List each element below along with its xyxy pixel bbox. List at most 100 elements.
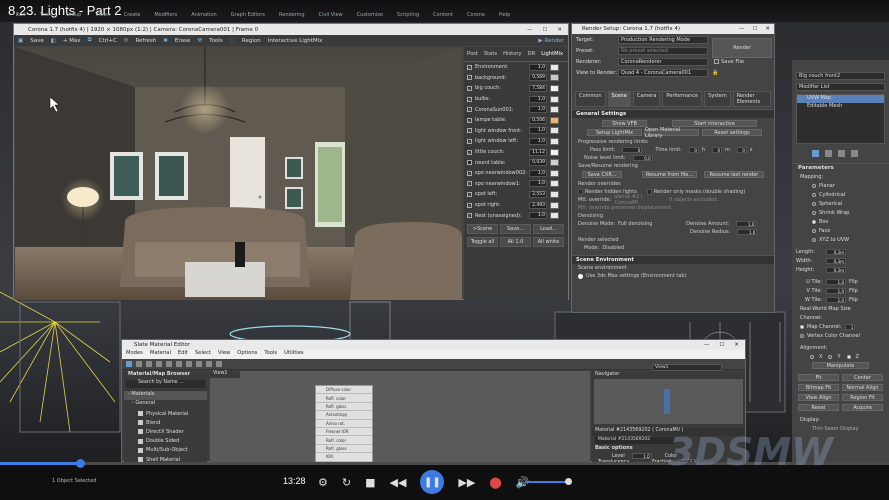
- save-file-checkbox[interactable]: [714, 59, 719, 64]
- mapping-option[interactable]: XYZ to UVW: [804, 235, 889, 244]
- lightmix-color-swatch[interactable]: [550, 180, 559, 188]
- lightmix-intensity[interactable]: 1,0: [529, 180, 547, 188]
- node-view[interactable]: View1 Diffuse color Refl. color Refl. glos…: [210, 371, 590, 487]
- material-item[interactable]: DirectX Shader: [124, 427, 207, 436]
- lm-load-button[interactable]: Load...: [533, 223, 564, 234]
- map-channel-radio[interactable]: [800, 324, 804, 329]
- lightmix-checkbox[interactable]: ✓: [467, 202, 472, 208]
- renderer-dropdown[interactable]: CoronaRenderer: [618, 57, 708, 66]
- menu-select[interactable]: Select: [195, 350, 211, 359]
- lightmix-checkbox[interactable]: ✓: [467, 128, 472, 134]
- lightmix-checkbox[interactable]: [467, 160, 472, 166]
- vfb-region-button[interactable]: Region: [242, 38, 261, 44]
- denoise-radius-field[interactable]: 1,0: [737, 229, 758, 235]
- tab-common[interactable]: Common: [575, 91, 606, 107]
- close-icon[interactable]: ✕: [734, 342, 739, 348]
- view1-tab[interactable]: View1: [210, 371, 240, 378]
- node-slot[interactable]: Diffuse color: [316, 386, 372, 395]
- level-field[interactable]: 1,0: [631, 453, 652, 459]
- object-name-field[interactable]: Big couch front2: [796, 72, 885, 80]
- lightmix-checkbox[interactable]: ✓: [467, 107, 472, 113]
- mapping-radio[interactable]: [812, 183, 816, 188]
- mapping-option[interactable]: Cylindrical: [804, 190, 889, 199]
- pick-material-icon[interactable]: [136, 361, 142, 367]
- maximize-icon[interactable]: ☐: [542, 27, 547, 33]
- material-item[interactable]: Physical Material: [124, 409, 207, 418]
- open-material-library-button[interactable]: Open Material Library: [644, 127, 699, 139]
- toggle-all-button[interactable]: Toggle all: [467, 236, 498, 247]
- mapping-option[interactable]: Shrink Wrap: [804, 208, 889, 217]
- node-slot[interactable]: IOR: [316, 453, 372, 462]
- max-menu-item[interactable]: Help: [499, 12, 510, 22]
- wtile-field[interactable]: 1,0: [826, 296, 846, 303]
- minimize-icon[interactable]: —: [739, 26, 745, 32]
- render-button[interactable]: Render: [712, 38, 772, 58]
- navigator-view[interactable]: [594, 379, 743, 424]
- menu-utilities[interactable]: Utilities: [284, 350, 304, 359]
- view-dropdown[interactable]: View1: [652, 364, 722, 371]
- materials-group[interactable]: - Materials: [124, 391, 207, 400]
- vertex-color-radio[interactable]: [800, 333, 804, 338]
- lightmix-checkbox[interactable]: ✓: [467, 149, 472, 155]
- tab-dr[interactable]: DR: [528, 51, 536, 57]
- time-s-field[interactable]: 0: [736, 147, 747, 153]
- lightmix-color-swatch[interactable]: [550, 159, 559, 167]
- tab-stats[interactable]: Stats: [484, 51, 497, 57]
- node-slot[interactable]: Refr. color: [316, 436, 372, 445]
- save-cxr-button[interactable]: Save CXR...: [582, 171, 622, 178]
- volume-slider[interactable]: [525, 481, 570, 483]
- menu-material[interactable]: Material: [150, 350, 171, 359]
- reset-settings-button[interactable]: Reset settings: [702, 129, 762, 136]
- material-item[interactable]: Double Sided: [124, 437, 207, 446]
- lightmix-color-swatch[interactable]: [550, 95, 559, 103]
- lightmix-color-swatch[interactable]: [550, 212, 559, 220]
- lightmix-intensity[interactable]: 1,0: [529, 212, 547, 220]
- lightmix-checkbox[interactable]: ✓: [467, 181, 472, 187]
- tab-history[interactable]: History: [503, 51, 521, 57]
- lightmix-checkbox[interactable]: ✓: [467, 138, 472, 144]
- node-slot[interactable]: Refl. gloss: [316, 403, 372, 412]
- lightmix-intensity[interactable]: 1,0: [529, 95, 547, 103]
- save-icon[interactable]: ▣: [18, 38, 23, 44]
- lightmix-checkbox[interactable]: ✓: [467, 96, 472, 102]
- stack-uvw-map[interactable]: UVW Map: [797, 95, 884, 103]
- lightmix-color-swatch[interactable]: [550, 74, 559, 82]
- max-menu-item[interactable]: Rendering: [279, 12, 305, 22]
- max-menu-item[interactable]: Customize: [357, 12, 383, 22]
- mapping-radio[interactable]: [812, 192, 816, 197]
- node-slot[interactable]: Refr. gloss: [316, 445, 372, 454]
- node-slot[interactable]: Fresnel IOR: [316, 428, 372, 437]
- lightmix-color-swatch[interactable]: [550, 148, 559, 156]
- scene-env-header[interactable]: Scene Environment: [572, 255, 774, 264]
- stack-editable-mesh[interactable]: Editable Mesh: [797, 103, 884, 111]
- general-group[interactable]: - General: [124, 400, 207, 409]
- maximize-icon[interactable]: ☐: [752, 26, 757, 32]
- lm-save-button[interactable]: Save...: [500, 223, 531, 234]
- preset-dropdown[interactable]: No preset selected: [618, 46, 708, 55]
- map-channel-field[interactable]: 1: [845, 323, 856, 330]
- height-field[interactable]: 0,3m: [826, 266, 846, 273]
- record-icon[interactable]: ⬤: [489, 476, 501, 489]
- lightmix-checkbox[interactable]: ✓: [467, 170, 472, 176]
- real-world-checkbox[interactable]: Real-World Map Size: [792, 304, 889, 313]
- reset-button[interactable]: Reset: [798, 404, 839, 411]
- lightmix-checkbox[interactable]: ✓: [467, 117, 472, 123]
- show-result-icon[interactable]: [825, 149, 832, 157]
- mapping-option[interactable]: Planar: [804, 181, 889, 190]
- denoise-amount-field[interactable]: 1,0: [736, 221, 757, 227]
- minimize-icon[interactable]: —: [527, 27, 533, 33]
- max-menu-item[interactable]: Create: [124, 12, 141, 22]
- slate-material-editor[interactable]: Slate Material Editor — ☐ ✕ Modes Material…: [121, 339, 746, 487]
- vfb-copy-button[interactable]: Ctrl+C: [99, 38, 117, 44]
- max-menu-item[interactable]: Animation: [191, 12, 217, 22]
- mapping-radio[interactable]: [812, 219, 816, 224]
- lightmix-intensity[interactable]: 0,569: [529, 74, 547, 82]
- max-menu-item[interactable]: Graph Editors: [231, 12, 265, 22]
- lightmix-intensity[interactable]: 1,0: [529, 106, 547, 114]
- render-setup-window[interactable]: Render Setup: Corona 1.7 (hotfix 4) — ☐ ✕ …: [571, 23, 775, 313]
- browser-search[interactable]: Search by Name ...: [126, 380, 205, 388]
- render-hidden-checkbox[interactable]: [578, 189, 583, 195]
- menu-edit[interactable]: Edit: [178, 350, 188, 359]
- mapping-option[interactable]: Spherical: [804, 199, 889, 208]
- select-tool-icon[interactable]: [126, 361, 132, 367]
